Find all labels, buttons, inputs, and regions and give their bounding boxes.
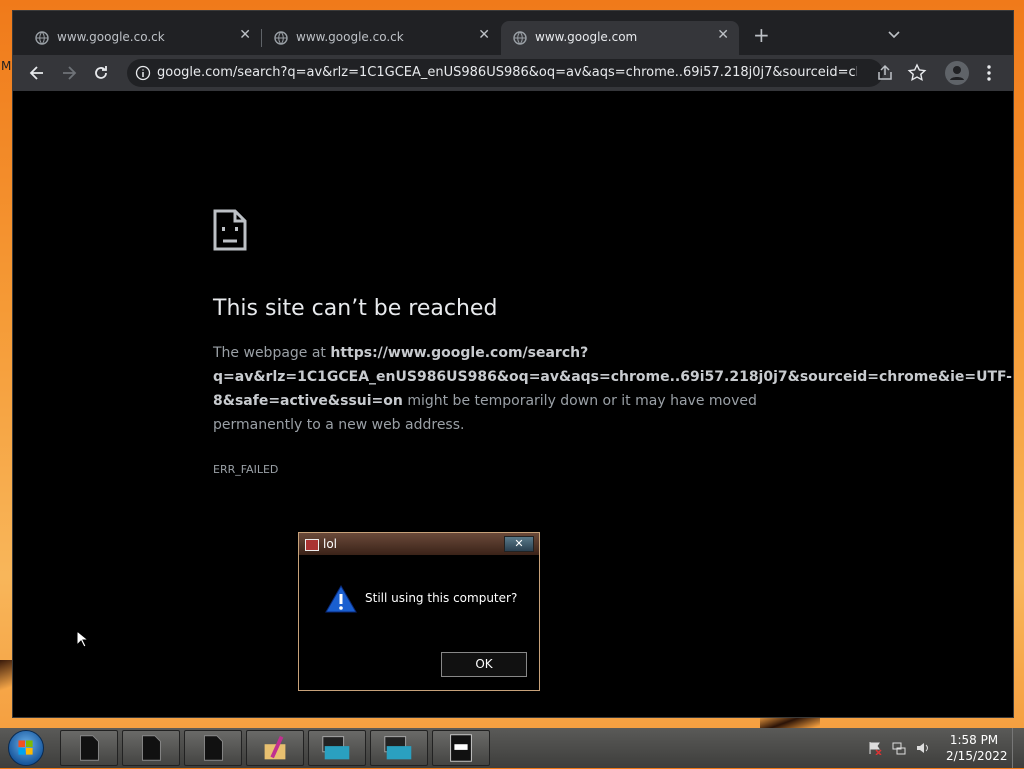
clock-date: 2/15/2022: [946, 749, 1008, 763]
tab-3-active[interactable]: www.google.com ✕: [501, 21, 739, 55]
ok-button[interactable]: OK: [441, 652, 527, 677]
tab-close-icon[interactable]: ✕: [478, 27, 490, 43]
app-icon: [305, 539, 319, 551]
dialog-title: lol: [323, 537, 338, 551]
error-code: ERR_FAILED: [213, 463, 279, 476]
bookmark-star-icon[interactable]: [907, 63, 927, 83]
reload-icon[interactable]: [91, 63, 111, 83]
taskbar-item-file[interactable]: [122, 730, 180, 766]
start-button[interactable]: [8, 730, 44, 766]
taskbar-item-toolbox[interactable]: [370, 730, 428, 766]
error-text-prefix: The webpage at: [213, 345, 331, 361]
windows-logo-icon: [18, 740, 33, 755]
volume-icon[interactable]: [916, 741, 930, 755]
clock-time: 1:58 PM: [949, 733, 999, 747]
share-icon[interactable]: [875, 63, 895, 83]
error-message: The webpage at https://www.google.com/se…: [213, 341, 1012, 437]
tab-title: www.google.com: [535, 30, 638, 44]
toolbox-icon: [384, 736, 412, 760]
file-icon: [204, 735, 223, 761]
globe-icon: [274, 31, 288, 45]
tab-close-icon[interactable]: ✕: [239, 27, 251, 43]
dialog-close-button[interactable]: ✕: [504, 536, 534, 552]
desktop-edge-letter: M: [1, 59, 12, 73]
show-desktop-button[interactable]: [1012, 728, 1024, 768]
file-icon: [80, 735, 99, 761]
sad-page-icon: [213, 209, 247, 251]
mouse-cursor-icon: [76, 630, 88, 648]
warning-icon: [325, 585, 357, 613]
program-icon: [450, 734, 472, 762]
new-tab-icon[interactable]: +: [753, 25, 770, 45]
error-title: This site can’t be reached: [213, 296, 498, 321]
taskbar-item-program[interactable]: [432, 730, 490, 766]
dialog-titlebar[interactable]: lol ✕: [299, 533, 539, 555]
taskbar-item-toolbox[interactable]: [308, 730, 366, 766]
taskbar-item-file[interactable]: [60, 730, 118, 766]
taskbar: 1:58 PM 2/15/2022: [0, 728, 1024, 768]
network-icon[interactable]: [892, 741, 906, 755]
forward-icon[interactable]: [59, 63, 79, 83]
paint-icon: [264, 735, 286, 760]
info-icon[interactable]: [135, 65, 151, 81]
tab-2[interactable]: www.google.co.ck ✕: [262, 21, 500, 55]
chevron-down-icon[interactable]: [887, 27, 901, 41]
globe-icon: [35, 31, 49, 45]
person-icon: [950, 66, 964, 80]
action-center-icon[interactable]: [868, 741, 882, 755]
browser-toolbar: google.com/search?q=av&rlz=1C1GCEA_enUS9…: [13, 55, 1013, 91]
toolbox-icon: [322, 736, 350, 760]
desktop-streak: [0, 660, 12, 700]
tab-1[interactable]: www.google.co.ck ✕: [23, 21, 262, 55]
tab-strip: www.google.co.ck ✕ www.google.co.ck ✕ ww…: [13, 11, 1013, 55]
tab-close-icon[interactable]: ✕: [717, 27, 729, 43]
taskbar-item-paint[interactable]: [246, 730, 304, 766]
alert-dialog: lol ✕ Still using this computer? OK: [298, 532, 540, 691]
back-icon[interactable]: [27, 63, 47, 83]
taskbar-item-file[interactable]: [184, 730, 242, 766]
system-clock[interactable]: 1:58 PM 2/15/2022: [946, 732, 1008, 764]
dialog-message: Still using this computer?: [365, 591, 518, 605]
profile-avatar[interactable]: [945, 61, 969, 85]
tab-title: www.google.co.ck: [57, 30, 165, 44]
menu-kebab-icon[interactable]: [979, 63, 999, 83]
tab-title: www.google.co.ck: [296, 30, 404, 44]
address-url: google.com/search?q=av&rlz=1C1GCEA_enUS9…: [157, 65, 857, 80]
file-icon: [142, 735, 161, 761]
address-bar[interactable]: google.com/search?q=av&rlz=1C1GCEA_enUS9…: [127, 59, 883, 87]
globe-icon: [513, 31, 527, 45]
